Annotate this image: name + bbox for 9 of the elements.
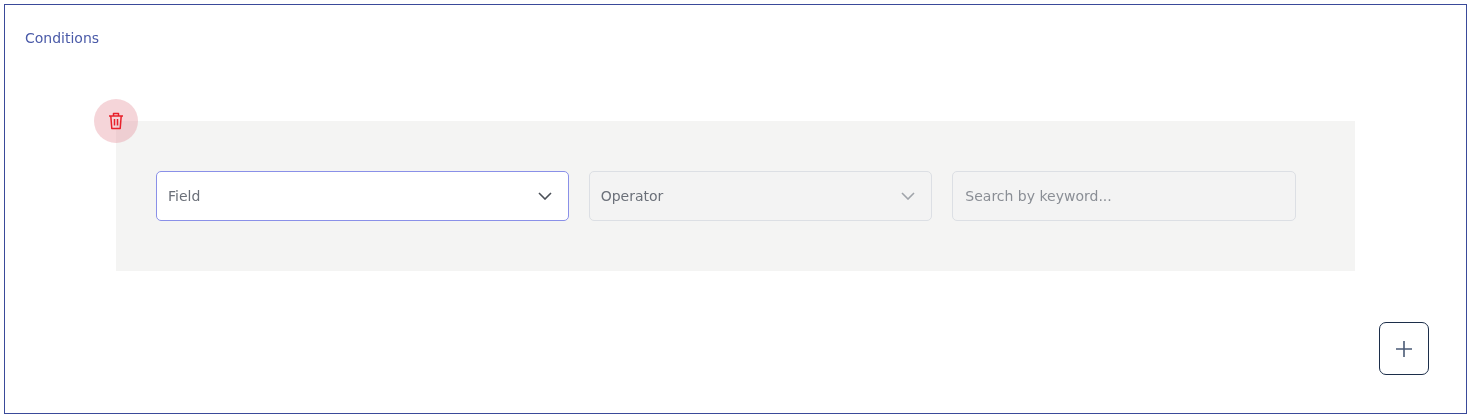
plus-icon: [1396, 340, 1412, 357]
delete-button[interactable]: [94, 99, 138, 143]
trash-icon: [108, 112, 124, 130]
chevron-down-icon: [537, 192, 552, 200]
section-title: Conditions: [25, 31, 101, 45]
chevron-down-icon: [901, 192, 916, 200]
add-button[interactable]: [1379, 322, 1429, 375]
keyword-search-field[interactable]: Search by keyword...: [952, 171, 1296, 221]
field-select[interactable]: Field: [156, 171, 569, 221]
